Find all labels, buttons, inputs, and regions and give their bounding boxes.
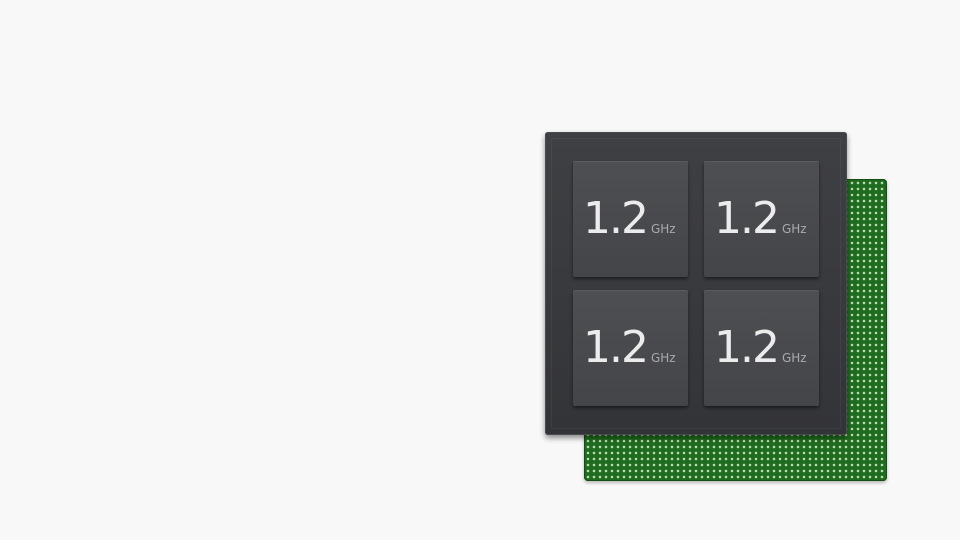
cpu-core-4: 1.2 GHz <box>704 290 819 406</box>
core-frequency: 1.2 GHz <box>714 193 807 244</box>
processor-illustration: 1.2 GHz 1.2 GHz 1.2 GHz 1.2 GHz <box>0 0 960 540</box>
quad-core-chip: 1.2 GHz 1.2 GHz 1.2 GHz 1.2 GHz <box>545 132 847 435</box>
cpu-core-2: 1.2 GHz <box>704 161 819 277</box>
core-frequency-unit: GHz <box>781 351 807 365</box>
cpu-core-1: 1.2 GHz <box>573 161 688 277</box>
core-frequency-value: 1.2 <box>583 322 649 373</box>
core-frequency-value: 1.2 <box>583 193 649 244</box>
core-frequency-unit: GHz <box>650 351 676 365</box>
core-frequency-unit: GHz <box>650 222 676 236</box>
core-frequency: 1.2 GHz <box>583 193 676 244</box>
cpu-core-3: 1.2 GHz <box>573 290 688 406</box>
core-frequency: 1.2 GHz <box>583 322 676 373</box>
core-frequency-value: 1.2 <box>714 193 780 244</box>
core-frequency-value: 1.2 <box>714 322 780 373</box>
core-frequency: 1.2 GHz <box>714 322 807 373</box>
core-frequency-unit: GHz <box>781 222 807 236</box>
